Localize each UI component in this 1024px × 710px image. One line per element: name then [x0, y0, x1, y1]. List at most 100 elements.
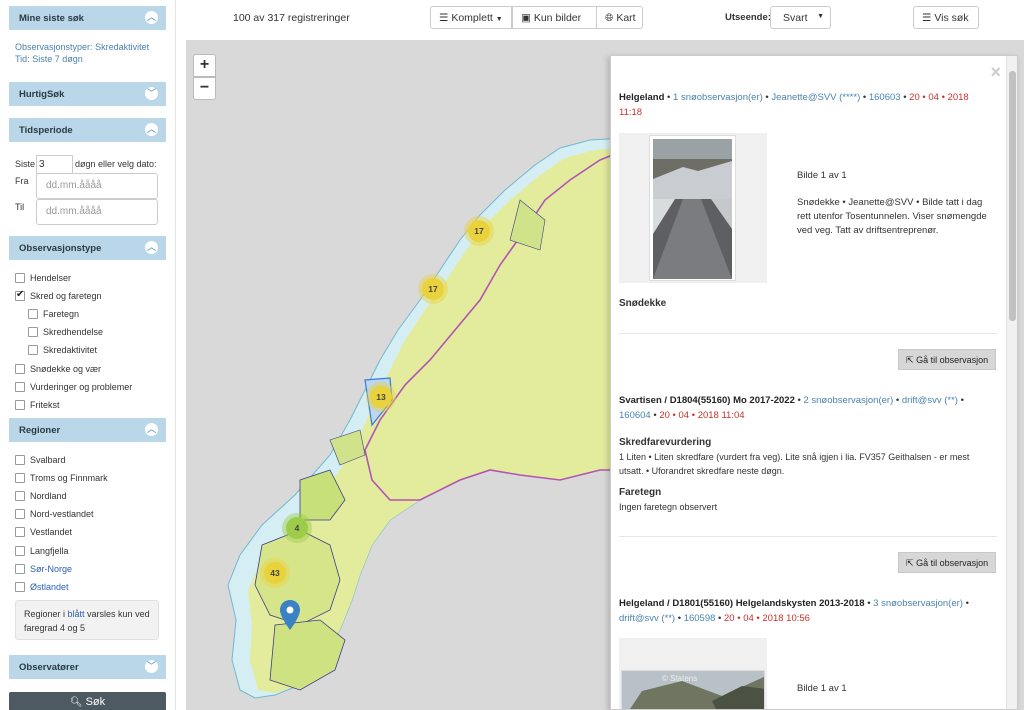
obs1-goto-button[interactable]: ⇱ Gå til observasjon: [898, 349, 996, 370]
zoom-in-button[interactable]: +: [193, 54, 216, 77]
region-checkbox[interactable]: Nordland: [15, 491, 67, 501]
obs2-section1-text: 1 Liten • Liten skredfare (vurdert fra v…: [619, 452, 970, 476]
obs3-image-frame[interactable]: © Statens: [619, 638, 767, 709]
region-checkbox[interactable]: Vestlandet: [15, 527, 72, 537]
checkbox-checked-icon[interactable]: [15, 289, 25, 301]
regions-header[interactable]: Regioner ︿: [9, 418, 166, 442]
obs3-user[interactable]: drift@svv (**): [619, 613, 675, 624]
checkbox-icon[interactable]: [15, 564, 25, 574]
checkbox-icon[interactable]: [15, 364, 25, 374]
chevron-up-icon[interactable]: ︿: [145, 241, 158, 254]
region-checkbox[interactable]: Langfjella: [15, 546, 69, 556]
scrollbar-thumb[interactable]: [1009, 71, 1016, 321]
checkbox-icon[interactable]: [15, 582, 25, 592]
regions-note: Regioner i blått varsles kun ved faregra…: [15, 600, 159, 640]
obs2-section2-title: Faretegn: [619, 487, 662, 498]
obs2-region[interactable]: Svartisen / D1804(55160) Mo 2017-2022: [619, 395, 795, 406]
obs-type-label: Skredaktivitet: [43, 345, 98, 355]
show-search-button[interactable]: ☰ Vis søk: [913, 6, 979, 29]
search-button[interactable]: 🔍︎ Søk: [9, 692, 166, 710]
checkbox-icon[interactable]: [15, 455, 25, 465]
checkbox-icon[interactable]: [15, 546, 25, 556]
obs1-user[interactable]: Jeanette@SVV (****): [771, 92, 860, 103]
chevron-up-icon[interactable]: ︿: [145, 11, 158, 24]
map-cluster-marker[interactable]: 43: [264, 562, 286, 584]
obs3-region[interactable]: Helgeland / D1801(55160) Helgelandskyste…: [619, 598, 865, 609]
map-view-button[interactable]: 🌐︎ Kart: [596, 6, 643, 29]
map-cluster-marker[interactable]: 17: [468, 220, 490, 242]
observers-title: Observatører: [19, 662, 79, 673]
obs2-day: 20: [659, 410, 670, 421]
region-checkbox[interactable]: Sør-Norge: [15, 564, 72, 574]
period-header[interactable]: Tidsperiode ︿: [9, 118, 166, 142]
observers-header[interactable]: Observatører ﹀: [9, 655, 166, 679]
to-date-field[interactable]: dd.mm.åååå: [36, 199, 158, 225]
region-checkbox[interactable]: Østlandet: [15, 582, 69, 592]
from-date-field[interactable]: dd.mm.åååå: [36, 173, 158, 199]
obs2-user[interactable]: drift@svv (**): [902, 395, 958, 406]
chevron-up-icon[interactable]: ︿: [145, 123, 158, 136]
chevron-down-icon[interactable]: ﹀: [145, 87, 158, 100]
chevron-down-icon[interactable]: ﹀: [145, 660, 158, 673]
checkbox-icon[interactable]: [15, 400, 25, 410]
region-label: Vestlandet: [30, 527, 73, 537]
external-link-icon: ⇱: [906, 355, 914, 365]
obs1-count[interactable]: 1 snøobservasjon(er): [673, 92, 763, 103]
close-icon[interactable]: ×: [990, 62, 1001, 83]
obs-type-checkbox[interactable]: Skred og faretegn: [15, 289, 102, 301]
checkbox-icon[interactable]: [15, 491, 25, 501]
region-checkbox[interactable]: Troms og Finnmark: [15, 473, 108, 483]
images-only-button[interactable]: ▣ Kun bilder: [512, 6, 597, 29]
checkbox-icon[interactable]: [15, 473, 25, 483]
obs2-goto-label: Gå til observasjon: [916, 558, 989, 568]
checkbox-icon[interactable]: [15, 382, 25, 392]
checkbox-icon[interactable]: [15, 527, 25, 537]
divider: [619, 333, 997, 334]
obs-type-checkbox[interactable]: Fritekst: [15, 400, 60, 410]
obs2-count[interactable]: 2 snøobservasjon(er): [803, 395, 893, 406]
map-cluster-marker[interactable]: 13: [370, 386, 392, 408]
obs-type-checkbox[interactable]: Skredaktivitet: [28, 345, 97, 355]
recent-search-summary[interactable]: Observasjonstyper: Skredaktivitet Tid: S…: [15, 42, 149, 64]
obs1-photo[interactable]: [649, 135, 736, 281]
checkbox-icon[interactable]: [15, 509, 25, 519]
obs-type-checkbox[interactable]: Skredhendelse: [28, 327, 103, 337]
panel-scrollbar[interactable]: [1006, 56, 1017, 709]
checkbox-icon[interactable]: [28, 309, 38, 319]
obs3-photo[interactable]: © Statens: [621, 670, 765, 709]
obs1-month: 04: [928, 92, 939, 103]
obs-type-checkbox[interactable]: Hendelser: [15, 273, 71, 283]
obs2-goto-button[interactable]: ⇱ Gå til observasjon: [898, 552, 996, 573]
complete-view-button[interactable]: ☰ Komplett ▼: [430, 6, 512, 29]
quick-search-header[interactable]: HurtigSøk ﹀: [9, 82, 166, 106]
region-checkbox[interactable]: Svalbard: [15, 455, 66, 465]
appearance-select[interactable]: Svart ▼: [770, 6, 831, 29]
recent-searches-header[interactable]: Mine siste søk ︿: [9, 6, 166, 30]
search-button-label: Søk: [85, 696, 106, 708]
obs3-id[interactable]: 160598: [684, 613, 716, 624]
obs-type-header[interactable]: Observasjonstype ︿: [9, 236, 166, 260]
checkbox-icon[interactable]: [28, 327, 38, 337]
obs1-image-frame[interactable]: [619, 133, 767, 283]
obs1-region[interactable]: Helgeland: [619, 92, 664, 103]
obs-type-checkbox[interactable]: Snødekke og vær: [15, 364, 101, 374]
region-checkbox[interactable]: Nord-vestlandet: [15, 509, 94, 519]
map-label: Kart: [616, 12, 636, 24]
checkbox-icon[interactable]: [15, 273, 25, 283]
obs2-id[interactable]: 160604: [619, 410, 651, 421]
obs-type-label: Snødekke og vær: [30, 364, 102, 374]
map-cluster-marker[interactable]: 4: [286, 517, 308, 539]
obs1-id[interactable]: 160603: [869, 92, 901, 103]
obs-type-checkbox[interactable]: Faretegn: [28, 309, 79, 319]
obs1-year: 2018: [947, 92, 969, 103]
obs3-count[interactable]: 3 snøobservasjon(er): [873, 598, 963, 609]
globe-icon: 🌐︎: [605, 12, 614, 24]
map-cluster-marker[interactable]: 17: [422, 278, 444, 300]
appearance-label: Utseende:: [725, 12, 771, 23]
zoom-out-button[interactable]: −: [193, 77, 216, 100]
chevron-up-icon[interactable]: ︿: [145, 423, 158, 436]
checkbox-icon[interactable]: [28, 345, 38, 355]
obs-type-checkbox[interactable]: Vurderinger og problemer: [15, 382, 132, 392]
last-days-input[interactable]: 3: [36, 155, 73, 174]
location-marker-icon[interactable]: [280, 600, 300, 630]
